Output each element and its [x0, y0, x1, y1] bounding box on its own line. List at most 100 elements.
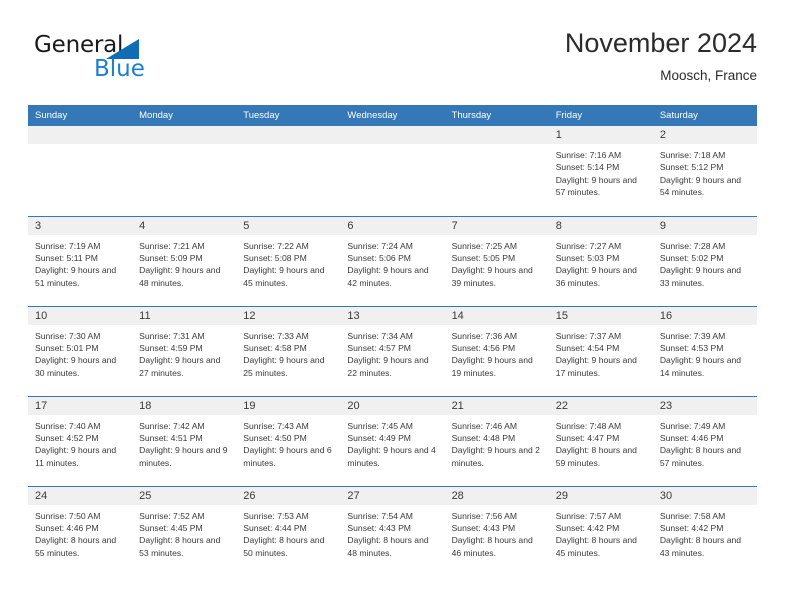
- weekday-header-monday: Monday: [132, 105, 237, 126]
- daylight-text: Daylight: 9 hours and 6 minutes.: [243, 445, 332, 468]
- sunset-text: Sunset: 4:48 PM: [451, 432, 516, 443]
- calendar-day-cell[interactable]: 8 Sunrise: 7:27 AM Sunset: 5:03 PM Daylight…: [548, 215, 653, 306]
- sunrise-text: Sunrise: 7:53 AM: [243, 510, 309, 521]
- daylight-text: Daylight: 8 hours and 46 minutes.: [451, 535, 533, 558]
- day-sun-info: Sunrise: 7:45 AM Sunset: 4:49 PM Daylight:…: [340, 415, 444, 470]
- sunset-text: Sunset: 5:12 PM: [659, 162, 724, 173]
- calendar-day-cell[interactable]: 4 Sunrise: 7:21 AM Sunset: 5:09 PM Daylight…: [132, 215, 237, 306]
- calendar-page: General Blue November 2024 Moosch, Franc…: [0, 0, 792, 612]
- calendar-day-cell[interactable]: 22 Sunrise: 7:48 AM Sunset: 4:47 PM Dayligh…: [548, 395, 653, 486]
- day-number: 8: [548, 216, 653, 235]
- calendar-day-cell[interactable]: 18 Sunrise: 7:42 AM Sunset: 4:51 PM Dayligh…: [132, 395, 237, 486]
- calendar-day-cell[interactable]: 12 Sunrise: 7:33 AM Sunset: 4:58 PM Dayligh…: [236, 305, 341, 396]
- sunrise-text: Sunrise: 7:54 AM: [347, 510, 413, 521]
- day-sun-info: Sunrise: 7:40 AM Sunset: 4:52 PM Daylight:…: [28, 415, 132, 470]
- page-title: November 2024: [564, 28, 757, 58]
- sunrise-text: Sunrise: 7:21 AM: [139, 240, 205, 251]
- calendar-day-cell[interactable]: 28 Sunrise: 7:56 AM Sunset: 4:43 PM Dayligh…: [444, 485, 549, 576]
- sunset-text: Sunset: 4:49 PM: [347, 432, 411, 443]
- calendar-day-cell[interactable]: 5 Sunrise: 7:22 AM Sunset: 5:08 PM Daylight…: [236, 215, 341, 306]
- calendar-day-cell[interactable]: 23 Sunrise: 7:49 AM Sunset: 4:46 PM Dayligh…: [652, 395, 757, 486]
- calendar-day-cell[interactable]: 13 Sunrise: 7:34 AM Sunset: 4:57 PM Dayligh…: [340, 305, 445, 396]
- sunset-text: Sunset: 5:03 PM: [555, 252, 620, 263]
- sunrise-text: Sunrise: 7:49 AM: [659, 420, 726, 431]
- sunrise-text: Sunrise: 7:37 AM: [555, 330, 622, 341]
- calendar-day-cell[interactable]: 15 Sunrise: 7:37 AM Sunset: 4:54 PM Dayligh…: [548, 305, 653, 396]
- day-number: [28, 126, 133, 144]
- day-number: 20: [340, 396, 445, 415]
- day-sun-info: Sunrise: 7:42 AM Sunset: 4:51 PM Daylight:…: [132, 415, 236, 470]
- daylight-text: Daylight: 9 hours and 54 minutes.: [659, 174, 742, 198]
- sunrise-text: Sunrise: 7:33 AM: [243, 330, 309, 341]
- general-blue-logo[interactable]: General Blue: [34, 32, 214, 88]
- sunrise-text: Sunrise: 7:19 AM: [35, 240, 101, 251]
- day-number: 4: [132, 216, 237, 235]
- sunset-text: Sunset: 5:06 PM: [347, 252, 411, 263]
- weekday-header-saturday: Saturday: [652, 105, 757, 126]
- day-sun-info: Sunrise: 7:36 AM Sunset: 4:56 PM Daylight:…: [445, 325, 549, 380]
- sunrise-text: Sunrise: 7:18 AM: [659, 150, 726, 160]
- sunset-text: Sunset: 4:58 PM: [243, 342, 307, 353]
- calendar-day-cell[interactable]: 24 Sunrise: 7:50 AM Sunset: 4:46 PM Dayligh…: [28, 485, 133, 576]
- sunrise-text: Sunrise: 7:58 AM: [659, 510, 726, 521]
- day-number: 7: [444, 216, 549, 235]
- calendar-day-cell[interactable]: 26 Sunrise: 7:53 AM Sunset: 4:44 PM Dayligh…: [236, 485, 341, 576]
- weekday-header-sunday: Sunday: [28, 105, 133, 126]
- calendar-day-cell[interactable]: 9 Sunrise: 7:28 AM Sunset: 5:02 PM Daylight…: [652, 215, 757, 306]
- calendar-day-cell[interactable]: 25 Sunrise: 7:52 AM Sunset: 4:45 PM Dayligh…: [132, 485, 237, 576]
- daylight-text: Daylight: 9 hours and 25 minutes.: [243, 355, 325, 378]
- calendar-day-cell[interactable]: 27 Sunrise: 7:54 AM Sunset: 4:43 PM Dayligh…: [340, 485, 445, 576]
- daylight-text: Daylight: 8 hours and 43 minutes.: [659, 535, 742, 558]
- page-subtitle-location: Moosch, France: [660, 68, 757, 83]
- calendar-day-cell[interactable]: 16 Sunrise: 7:39 AM Sunset: 4:53 PM Dayligh…: [652, 305, 757, 396]
- weekday-header-thursday: Thursday: [444, 105, 549, 126]
- day-sun-info: Sunrise: 7:24 AM Sunset: 5:06 PM Daylight:…: [340, 235, 444, 290]
- daylight-text: Daylight: 9 hours and 27 minutes.: [139, 355, 221, 378]
- sunset-text: Sunset: 4:54 PM: [555, 342, 620, 353]
- day-number: 23: [652, 396, 757, 415]
- daylight-text: Daylight: 9 hours and 2 minutes.: [451, 445, 540, 468]
- weekday-header-friday: Friday: [548, 105, 653, 126]
- calendar-day-cell[interactable]: 3 Sunrise: 7:19 AM Sunset: 5:11 PM Daylight…: [28, 215, 133, 306]
- day-sun-info: Sunrise: 7:22 AM Sunset: 5:08 PM Daylight:…: [236, 235, 340, 290]
- day-number: 3: [28, 216, 133, 235]
- calendar-day-cell-empty: [28, 126, 133, 216]
- day-sun-info: Sunrise: 7:53 AM Sunset: 4:44 PM Daylight:…: [236, 505, 340, 560]
- day-number: 10: [28, 306, 133, 325]
- day-number: 5: [236, 216, 341, 235]
- calendar-day-cell[interactable]: 29 Sunrise: 7:57 AM Sunset: 4:42 PM Dayligh…: [548, 485, 653, 576]
- calendar-day-cell[interactable]: 19 Sunrise: 7:43 AM Sunset: 4:50 PM Dayligh…: [236, 395, 341, 486]
- day-sun-info: Sunrise: 7:52 AM Sunset: 4:45 PM Daylight:…: [132, 505, 236, 560]
- sunset-text: Sunset: 4:52 PM: [35, 432, 99, 443]
- day-sun-info: Sunrise: 7:43 AM Sunset: 4:50 PM Daylight:…: [236, 415, 340, 470]
- day-number: 1: [548, 126, 653, 144]
- day-sun-info: Sunrise: 7:25 AM Sunset: 5:05 PM Daylight:…: [445, 235, 549, 290]
- day-number: 28: [444, 486, 549, 505]
- sunset-text: Sunset: 4:43 PM: [347, 522, 411, 533]
- sunrise-text: Sunrise: 7:45 AM: [347, 420, 413, 431]
- day-sun-info: Sunrise: 7:56 AM Sunset: 4:43 PM Daylight:…: [445, 505, 549, 560]
- daylight-text: Daylight: 9 hours and 39 minutes.: [451, 265, 533, 288]
- day-number: 22: [548, 396, 653, 415]
- daylight-text: Daylight: 8 hours and 50 minutes.: [243, 535, 325, 558]
- sunset-text: Sunset: 5:11 PM: [35, 252, 98, 263]
- calendar-day-cell[interactable]: 1 Sunrise: 7:16 AM Sunset: 5:14 PM Daylight…: [548, 126, 653, 216]
- calendar-day-cell[interactable]: 17 Sunrise: 7:40 AM Sunset: 4:52 PM Dayligh…: [28, 395, 133, 486]
- calendar-day-cell[interactable]: 10 Sunrise: 7:30 AM Sunset: 5:01 PM Dayligh…: [28, 305, 133, 396]
- calendar-day-cell[interactable]: 2 Sunrise: 7:18 AM Sunset: 5:12 PM Daylight…: [652, 126, 757, 216]
- calendar-day-cell[interactable]: 7 Sunrise: 7:25 AM Sunset: 5:05 PM Daylight…: [444, 215, 549, 306]
- calendar-day-cell[interactable]: 21 Sunrise: 7:46 AM Sunset: 4:48 PM Dayligh…: [444, 395, 549, 486]
- calendar-day-cell[interactable]: 30 Sunrise: 7:58 AM Sunset: 4:42 PM Dayligh…: [652, 485, 757, 576]
- day-number: [132, 126, 237, 144]
- daylight-text: Daylight: 9 hours and 48 minutes.: [139, 265, 221, 288]
- daylight-text: Daylight: 9 hours and 17 minutes.: [555, 355, 637, 378]
- calendar-day-cell[interactable]: 11 Sunrise: 7:31 AM Sunset: 4:59 PM Dayligh…: [132, 305, 237, 396]
- sunset-text: Sunset: 4:57 PM: [347, 342, 411, 353]
- calendar-week-row: 10 Sunrise: 7:30 AM Sunset: 5:01 PM Dayligh…: [28, 305, 757, 396]
- daylight-text: Daylight: 8 hours and 59 minutes.: [555, 445, 637, 468]
- calendar-day-cell[interactable]: 14 Sunrise: 7:36 AM Sunset: 4:56 PM Dayligh…: [444, 305, 549, 396]
- calendar-day-cell[interactable]: 6 Sunrise: 7:24 AM Sunset: 5:06 PM Daylight…: [340, 215, 445, 306]
- calendar-day-cell[interactable]: 20 Sunrise: 7:45 AM Sunset: 4:49 PM Dayligh…: [340, 395, 445, 486]
- daylight-text: Daylight: 9 hours and 42 minutes.: [347, 265, 429, 288]
- sunrise-text: Sunrise: 7:28 AM: [659, 240, 726, 251]
